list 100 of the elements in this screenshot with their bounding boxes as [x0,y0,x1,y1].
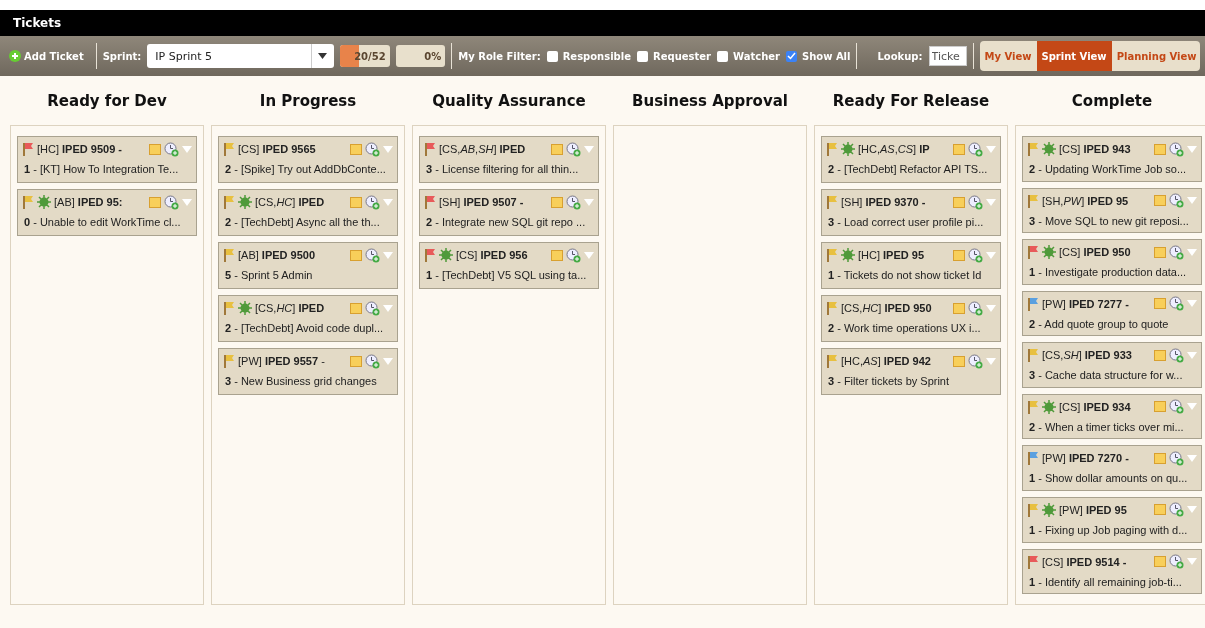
clock-add-icon[interactable] [164,141,179,157]
clock-add-icon[interactable] [1169,502,1184,518]
lookup-field[interactable]: Ticke [928,46,967,66]
caret-icon[interactable] [986,251,996,259]
caret-icon[interactable] [1187,145,1197,153]
ticket-card[interactable]: [CS] IPED 934 2 - When a timer ticks over mi... [1022,393,1202,440]
note-icon[interactable] [350,302,362,314]
caret-icon[interactable] [1187,454,1197,462]
clock-add-icon[interactable] [1169,554,1184,569]
ticket-card[interactable]: [SH] IPED 9507 - 2 - Integrate new SQL git repo ... [419,189,599,236]
note-icon[interactable] [551,196,563,208]
note-icon[interactable] [350,143,362,155]
note-icon[interactable] [953,143,965,155]
caret-icon[interactable] [182,145,192,153]
checkbox[interactable] [717,50,728,62]
ticket-card[interactable]: [PW] IPED 9557 - 3 - New Business grid changes [218,348,398,395]
ticket-card[interactable]: [CS,HC] IPED 950 2 - Work time operations UX i... [821,295,1001,342]
clock-add-icon[interactable] [365,141,380,157]
caret-icon[interactable] [584,145,594,153]
ticket-card[interactable]: [CS,HC] IPED 2 - [TechDebt] Avoid code dupl... [218,295,398,342]
ticket-card[interactable]: [PW] IPED 7277 - 2 - Add quote group to quote [1022,290,1202,337]
ticket-card[interactable]: [PW] IPED 95 1 - Fixing up Job paging with d... [1022,496,1202,543]
ticket-card[interactable]: [CS,HC] IPED 2 - [TechDebt] Async all the th... [218,189,398,236]
clock-add-icon[interactable] [968,353,983,369]
note-icon[interactable] [350,196,362,208]
caret-icon[interactable] [1187,403,1197,411]
ticket-card[interactable]: [CS] IPED 943 2 - Updating WorkTime Job so... [1022,136,1202,182]
ticket-card[interactable]: [AB] IPED 95: 0 - Unable to edit WorkTime cl... [17,189,197,236]
clock-add-icon[interactable] [968,247,983,263]
note-icon[interactable] [551,249,563,261]
clock-add-icon[interactable] [1169,141,1184,157]
view-tab[interactable]: Sprint View [1036,41,1112,71]
sprint-dropdown[interactable]: IP Sprint 5 [147,44,334,68]
note-icon[interactable] [1154,143,1166,155]
note-icon[interactable] [1154,349,1166,361]
clock-add-icon[interactable] [365,247,380,263]
note-icon[interactable] [149,196,161,208]
caret-icon[interactable] [383,357,393,365]
note-icon[interactable] [953,196,965,208]
note-icon[interactable] [350,355,362,367]
add-ticket-button[interactable]: Add Ticket [5,50,90,62]
caret-icon[interactable] [1187,248,1197,256]
caret-icon[interactable] [986,357,996,365]
clock-add-icon[interactable] [566,247,581,263]
ticket-card[interactable]: [CS] IPED 9565 2 - [Spike] Try out AddDbConte... [218,136,398,183]
ticket-card[interactable]: [AB] IPED 9500 5 - Sprint 5 Admin [218,242,398,289]
clock-add-icon[interactable] [365,194,380,210]
clock-add-icon[interactable] [1169,244,1184,260]
caret-icon[interactable] [584,251,594,259]
caret-icon[interactable] [182,198,192,206]
ticket-card[interactable]: [HC,AS] IPED 942 3 - Filter tickets by Sprint [821,348,1001,395]
clock-add-icon[interactable] [566,194,581,210]
clock-add-icon[interactable] [164,194,179,210]
caret-icon[interactable] [383,198,393,206]
clock-add-icon[interactable] [1169,347,1184,363]
view-tab[interactable]: Planning View [1111,41,1200,71]
ticket-card[interactable]: [HC] IPED 95 1 - Tickets do not show ticket Id [821,242,1001,289]
checkbox[interactable] [785,50,797,62]
clock-add-icon[interactable] [968,300,983,316]
note-icon[interactable] [1154,195,1166,207]
clock-add-icon[interactable] [1169,399,1184,415]
checkbox[interactable] [546,50,558,62]
note-icon[interactable] [1154,556,1166,567]
ticket-card[interactable]: [CS] IPED 950 1 - Investigate production data... [1022,239,1202,285]
caret-icon[interactable] [1187,351,1197,359]
note-icon[interactable] [1154,401,1166,413]
note-icon[interactable] [953,355,965,367]
note-icon[interactable] [1154,246,1166,258]
note-icon[interactable] [1154,504,1166,516]
ticket-card[interactable]: [CS] IPED 9514 - 1 - Identify all remaining job-ti... [1022,548,1202,595]
note-icon[interactable] [1154,452,1166,464]
view-tab[interactable]: My View [979,41,1037,71]
caret-icon[interactable] [986,145,996,153]
ticket-card[interactable]: [SH] IPED 9370 - 3 - Load correct user profile pi... [821,189,1001,236]
note-icon[interactable] [1154,298,1166,310]
caret-icon[interactable] [1187,506,1197,514]
note-icon[interactable] [953,302,965,314]
caret-icon[interactable] [986,198,996,206]
clock-add-icon[interactable] [365,353,380,369]
clock-add-icon[interactable] [566,141,581,157]
ticket-card[interactable]: [PW] IPED 7270 - 1 - Show dollar amounts on qu... [1022,445,1202,491]
clock-add-icon[interactable] [365,300,380,316]
clock-add-icon[interactable] [1169,193,1184,209]
caret-icon[interactable] [584,198,594,206]
ticket-card[interactable]: [HC] IPED 9509 - 1 - [KT] How To Integration Te... [17,136,197,183]
ticket-card[interactable]: [HC,AS,CS] IP 2 - [TechDebt] Refactor API TS... [821,136,1001,183]
caret-icon[interactable] [383,145,393,153]
clock-add-icon[interactable] [1169,450,1184,466]
caret-icon[interactable] [1187,300,1197,308]
note-icon[interactable] [149,143,161,155]
note-icon[interactable] [350,249,362,261]
clock-add-icon[interactable] [968,194,983,210]
caret-icon[interactable] [383,251,393,259]
note-icon[interactable] [551,143,563,155]
ticket-card[interactable]: [CS,SH] IPED 933 3 - Cache data structure for w... [1022,342,1202,388]
caret-icon[interactable] [1187,197,1197,205]
caret-icon[interactable] [383,304,393,312]
checkbox[interactable] [637,50,648,62]
note-icon[interactable] [953,249,965,261]
clock-add-icon[interactable] [1169,296,1184,312]
